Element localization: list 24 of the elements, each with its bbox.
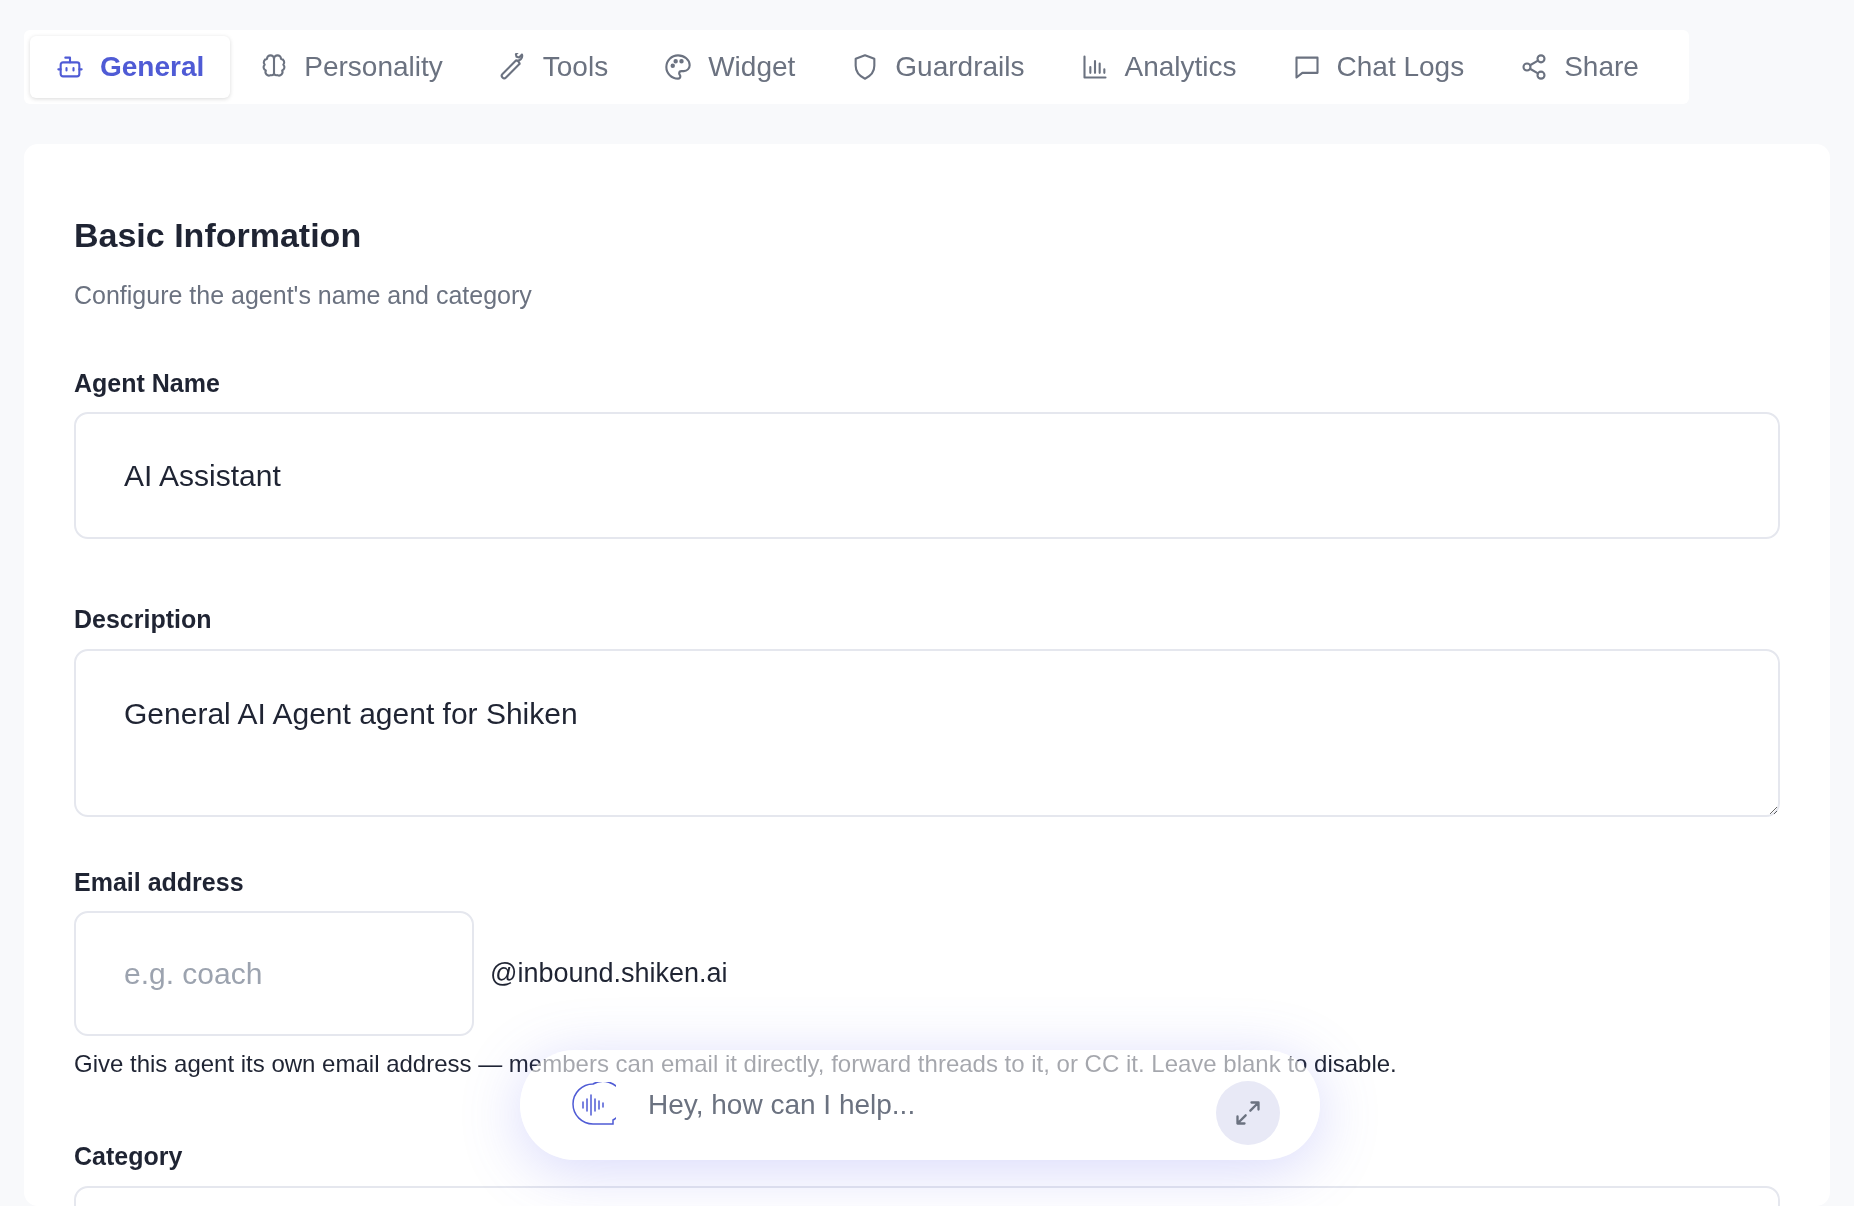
expand-icon: [1234, 1099, 1262, 1127]
tab[interactable]: Guardrails: [825, 36, 1051, 98]
tab[interactable]: Widget: [638, 36, 822, 98]
tab[interactable]: Chat Logs: [1266, 36, 1491, 98]
tab[interactable]: Personality: [234, 36, 469, 98]
email-hint: Give this agent its own email address — members can email it directly, forward threads to it, or CC it. Leave blank to disable.: [74, 1049, 1398, 1079]
agent-name-field[interactable]: AI Assistant: [74, 412, 1780, 539]
tab[interactable]: Share: [1494, 36, 1665, 98]
palette-icon: [664, 53, 693, 81]
field-label: Description: [74, 604, 213, 635]
email-domain: @inbound.shiken.ai: [490, 957, 728, 991]
description-field[interactable]: General AI Agent agent for Shiken: [74, 648, 1780, 817]
voice-chat-icon[interactable]: [570, 1082, 616, 1128]
tab[interactable]: General: [30, 36, 231, 98]
chat-input[interactable]: Hey, how can I help...: [648, 1084, 1184, 1126]
bar-chart-icon: [1080, 53, 1109, 81]
field-label: Email address: [74, 866, 245, 898]
section-title: Basic Information: [74, 215, 363, 256]
field-label: Agent Name: [74, 367, 221, 399]
tab[interactable]: Tools: [472, 36, 635, 98]
section-subtitle: Configure the agent's name and category: [74, 280, 533, 311]
tab[interactable]: Analytics: [1054, 36, 1263, 98]
field-label: Category: [74, 1141, 184, 1172]
email-field[interactable]: e.g. coach: [74, 911, 474, 1036]
